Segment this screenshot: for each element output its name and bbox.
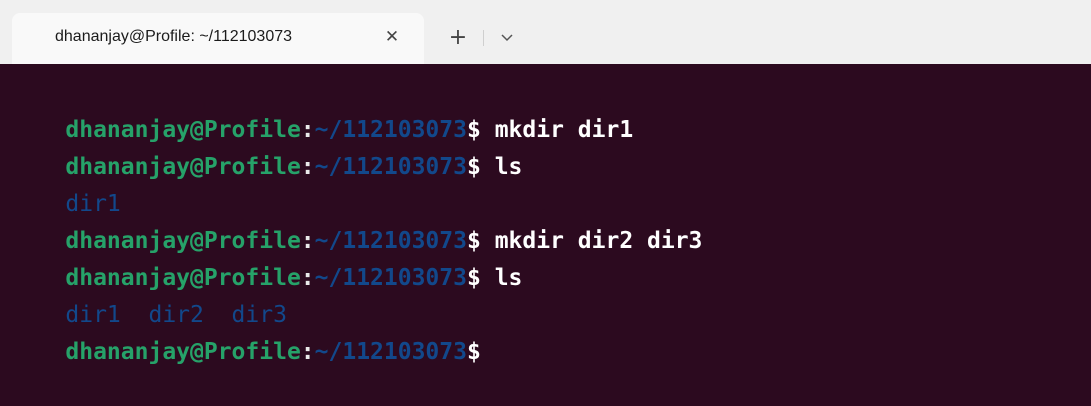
prompt-path: ~/112103073 bbox=[314, 154, 467, 180]
prompt-line: dhananjay@Profile:~/112103073$ mkdir dir… bbox=[10, 187, 702, 254]
output-line: dir1 bbox=[10, 150, 120, 217]
close-icon[interactable]: ✕ bbox=[382, 27, 402, 47]
output-line: dir1 dir2 dir3 bbox=[10, 261, 287, 328]
terminal-tab[interactable]: dhananjay@Profile: ~/112103073 ✕ bbox=[12, 13, 424, 64]
prompt-line: dhananjay@Profile:~/112103073$ ls bbox=[10, 224, 522, 291]
prompt-path: ~/112103073 bbox=[314, 265, 467, 291]
tab-separator bbox=[483, 30, 484, 46]
command-text: ls bbox=[480, 154, 523, 180]
tab-title: dhananjay@Profile: ~/112103073 bbox=[55, 28, 293, 45]
chevron-down-icon[interactable] bbox=[496, 26, 518, 50]
prompt-line: dhananjay@Profile:~/112103073$ ls bbox=[10, 113, 522, 180]
prompt-dollar: $ bbox=[466, 265, 481, 291]
prompt-colon: : bbox=[300, 339, 315, 365]
prompt-dollar: $ bbox=[466, 154, 481, 180]
prompt-dollar: $ bbox=[466, 339, 481, 365]
prompt-colon: : bbox=[300, 154, 315, 180]
command-text: ls bbox=[480, 265, 523, 291]
prompt-colon: : bbox=[300, 265, 315, 291]
terminal-output[interactable]: dhananjay@Profile:~/112103073$ mkdir dir… bbox=[0, 64, 1091, 369]
prompt-user: dhananjay@Profile bbox=[65, 339, 301, 365]
tab-bar: dhananjay@Profile: ~/112103073 ✕ + bbox=[0, 0, 1091, 64]
prompt-line: dhananjay@Profile:~/112103073$ mkdir dir… bbox=[10, 76, 633, 143]
prompt-path: ~/112103073 bbox=[314, 339, 467, 365]
new-tab-button[interactable]: + bbox=[446, 26, 470, 50]
prompt-line: dhananjay@Profile:~/112103073$ bbox=[10, 298, 480, 365]
